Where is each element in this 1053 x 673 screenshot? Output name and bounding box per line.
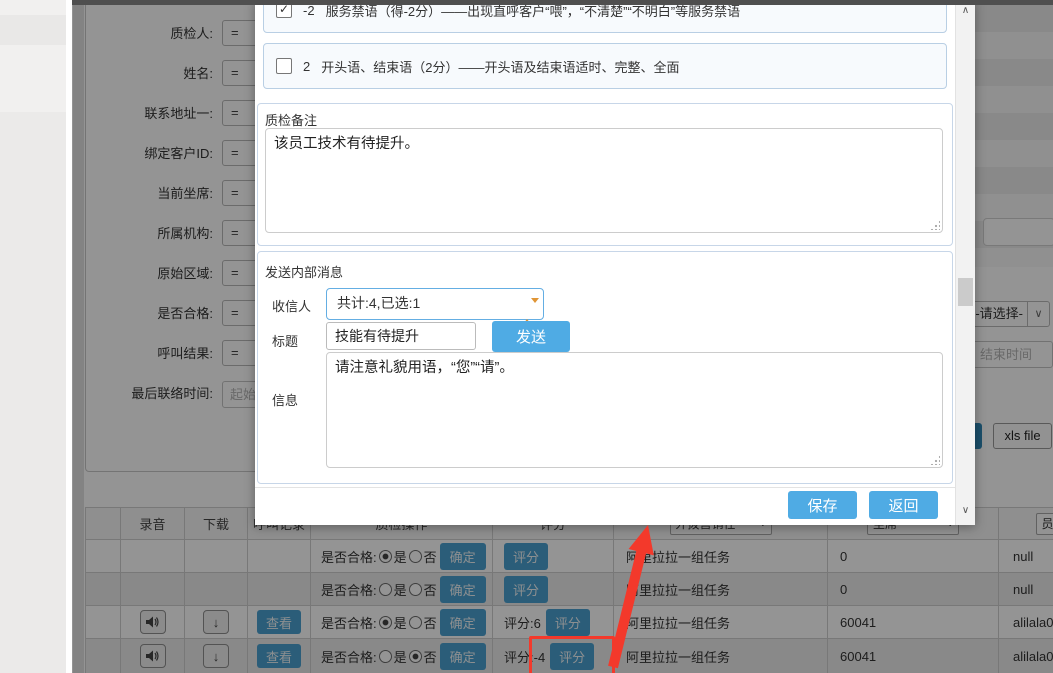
body-textarea[interactable]: 请注意礼貌用语，“您”“请”。 (326, 352, 943, 468)
score-item-value: 2 (303, 59, 310, 74)
highlight-arrow (598, 517, 668, 673)
save-button[interactable]: 保存 (788, 491, 857, 519)
left-sidebar (0, 0, 66, 673)
remark-panel: 质检备注 该员工技术有待提升。 (257, 103, 953, 246)
modal-scrollbar[interactable]: ∧ ∨ (955, 0, 975, 525)
sidebar-band (0, 15, 66, 45)
body-label: 信息 (272, 390, 298, 409)
top-cutoff-band (72, 0, 1053, 5)
scroll-up-icon[interactable]: ∧ (956, 5, 975, 16)
send-button[interactable]: 发送 (492, 321, 570, 352)
qc-screen: 质检人: 姓名: 联系地址一: 绑定客户ID: 当前坐席: 所属机构: 原始区域… (0, 0, 1053, 673)
score-item-text: 开头语、结束语（2分）——开头语及结束语适时、完整、全面 (321, 57, 679, 76)
recipient-value: 共计:4,已选:1 (337, 289, 420, 317)
remark-label: 质检备注 (265, 110, 317, 129)
subject-input[interactable] (326, 322, 476, 350)
scrollbar-thumb[interactable] (958, 278, 973, 306)
remark-textarea[interactable]: 该员工技术有待提升。 (265, 128, 943, 233)
recipient-select[interactable]: 共计:4,已选:1 (326, 288, 544, 320)
message-panel: 发送内部消息 收信人 共计:4,已选:1 标题 发送 信息 请注意礼貌用语，“您… (257, 251, 953, 484)
subject-label: 标题 (272, 331, 298, 350)
scroll-down-icon[interactable]: ∨ (956, 505, 975, 516)
checkbox-unchecked-icon[interactable] (276, 58, 292, 74)
qc-score-dialog: ✓ -2 服务禁语（得-2分）——出现直呼客户“喂”，“不清楚”“不明白”等服务… (255, 0, 975, 525)
score-item-row[interactable]: 2 开头语、结束语（2分）——开头语及结束语适时、完整、全面 (263, 43, 947, 89)
message-panel-title: 发送内部消息 (265, 262, 343, 281)
back-button[interactable]: 返回 (869, 491, 938, 519)
sidebar-band (0, 112, 66, 673)
footer-divider (255, 487, 955, 488)
recipient-label: 收信人 (272, 296, 311, 315)
